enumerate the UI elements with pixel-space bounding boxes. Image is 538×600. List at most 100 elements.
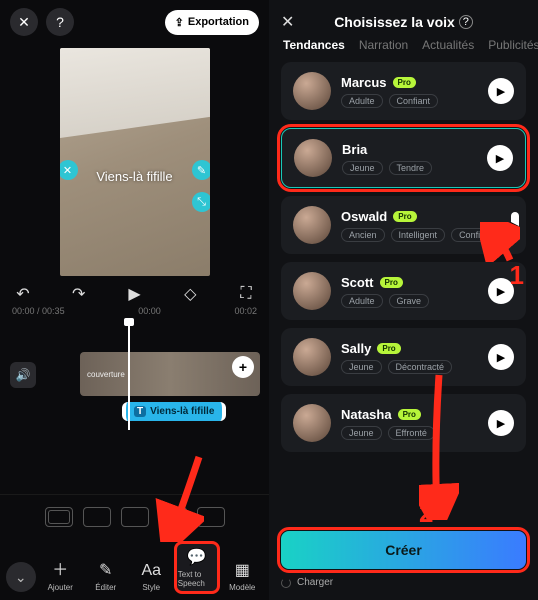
transport-bar: ↶ ↷ ▶ ◇ ⛶ [0, 276, 269, 306]
voice-item-natasha[interactable]: NatashaPro Jeune Effronté ▶ [281, 394, 526, 452]
picker-close-button[interactable]: ✕ [281, 12, 294, 32]
voice-play-button[interactable]: ▶ [511, 212, 519, 238]
style-icon: Aa [141, 562, 161, 580]
voice-play-button[interactable]: ▶ [488, 78, 514, 104]
collapse-button[interactable]: ⌄ [6, 562, 36, 592]
avatar [293, 206, 331, 244]
split-left-tool[interactable] [83, 507, 111, 527]
avatar [293, 404, 331, 442]
bottom-text-to-speech[interactable]: 💬 Text to Speech [176, 543, 218, 592]
voice-item-marcus[interactable]: MarcusPro Adulte Confiant ▶ [281, 62, 526, 120]
voice-name: Natasha [341, 407, 392, 422]
add-clip-button[interactable]: + [232, 356, 254, 378]
voice-play-button[interactable]: ▶ [487, 145, 513, 171]
voice-tag: Jeune [341, 360, 382, 374]
bottom-tts-label: Text to Speech [178, 570, 216, 588]
bottom-ajouter[interactable]: ＋ Ajouter [39, 556, 81, 592]
create-button[interactable]: Créer [281, 531, 526, 569]
loading-label: Charger [297, 577, 333, 588]
voice-item-oswald[interactable]: Oswald Pro Ancien Intelligent Confiant ▶ [281, 196, 526, 254]
delete-tool[interactable] [197, 507, 225, 527]
pro-badge: Pro [398, 409, 421, 420]
loading-indicator: Charger [281, 577, 526, 588]
voice-tag: Jeune [342, 161, 383, 175]
playhead[interactable] [128, 320, 130, 430]
voice-name: Scott [341, 275, 374, 290]
bottom-editer[interactable]: ✎ Éditer [85, 560, 127, 592]
voice-tag: Grave [389, 294, 430, 308]
editor-bottom-bar: ⌄ ＋ Ajouter ✎ Éditer Aa Style 💬 Text to … [0, 537, 269, 600]
redo-button[interactable]: ↷ [68, 284, 90, 304]
voice-item-sally[interactable]: Sally Pro Jeune Décontracté ▶ [281, 328, 526, 386]
tab-narration[interactable]: Narration [359, 38, 408, 52]
fullscreen-button[interactable]: ⛶ [235, 285, 257, 303]
avatar [294, 139, 332, 177]
avatar [293, 272, 331, 310]
undo-button[interactable]: ↶ [12, 284, 34, 304]
voice-tag: Adulte [341, 94, 383, 108]
export-label: Exportation [188, 16, 249, 28]
avatar [293, 338, 331, 376]
time-tick-a: 00:00 [138, 306, 161, 316]
voice-picker-panel: ✕ Choisissez la voix ? Tendances Narrati… [269, 0, 538, 600]
text-track-clip[interactable]: T Viens-là fifille [122, 402, 226, 421]
voice-name: Oswald [341, 209, 387, 224]
pro-badge: Pro [393, 211, 416, 222]
picker-title: Choisissez la voix [334, 14, 455, 30]
voice-tag: Intelligent [391, 228, 446, 242]
tab-tendances[interactable]: Tendances [283, 38, 345, 52]
video-preview[interactable]: Viens-là fifille ✕ ✎ ⤡ [60, 48, 210, 276]
avatar [293, 72, 331, 110]
voice-name: Sally [341, 341, 371, 356]
template-icon: ▦ [235, 560, 250, 580]
preview-background [60, 48, 210, 138]
voice-tag: Ancien [341, 228, 385, 242]
close-button[interactable]: ✕ [10, 8, 38, 36]
keyframe-button[interactable]: ◇ [179, 284, 201, 304]
bottom-modele[interactable]: ▦ Modèle [221, 560, 263, 592]
tab-actualites[interactable]: Actualités [422, 38, 474, 52]
bottom-modele-label: Modèle [229, 583, 255, 592]
bottom-style[interactable]: Aa Style [130, 562, 172, 592]
voice-tag: Tendre [389, 161, 433, 175]
voice-play-button[interactable]: ▶ [488, 410, 514, 436]
voice-item-bria[interactable]: Bria Jeune Tendre ▶ [281, 128, 526, 188]
copy-tool[interactable] [45, 507, 73, 527]
voice-item-scott[interactable]: ScottPro Adulte Grave ▶ [281, 262, 526, 320]
help-button[interactable]: ? [46, 8, 74, 36]
pro-badge: Pro [377, 343, 400, 354]
voice-play-button[interactable]: ▶ [488, 278, 514, 304]
play-button[interactable]: ▶ [124, 284, 146, 304]
mute-button[interactable]: 🔊 [10, 362, 36, 388]
video-track[interactable]: couverture + [80, 352, 260, 396]
tab-publicites[interactable]: Publicités [488, 38, 538, 52]
bottom-editer-label: Éditer [95, 583, 116, 592]
plus-icon: ＋ [52, 556, 68, 580]
picker-help-icon[interactable]: ? [459, 15, 473, 29]
voice-tag: Confiant [451, 228, 501, 242]
text-clip-icon: T [134, 406, 146, 417]
picker-header: ✕ Choisissez la voix ? [269, 0, 538, 38]
video-editor-panel: ✕ ? ⇪ Exportation Viens-là fifille ✕ ✎ ⤡… [0, 0, 269, 600]
pro-badge: Pro [393, 77, 416, 88]
caption-delete-handle[interactable]: ✕ [60, 160, 78, 180]
voice-list[interactable]: Marcus Pro Adulte Confiant ▶ Bria Jeune T… [269, 62, 538, 521]
split-right-tool[interactable] [159, 507, 187, 527]
split-tool[interactable] [121, 507, 149, 527]
pro-badge: Pro [380, 277, 403, 288]
cover-label: couverture [84, 369, 128, 380]
editor-top-bar: ✕ ? ⇪ Exportation [0, 0, 269, 44]
voice-tag: Décontracté [388, 360, 453, 374]
picker-footer: Créer Charger [269, 521, 538, 600]
caption-resize-handle[interactable]: ⤡ [192, 192, 210, 212]
voice-name: Bria [342, 142, 367, 157]
voice-play-button[interactable]: ▶ [488, 344, 514, 370]
timeline[interactable]: 🔊 couverture + T Viens-là fifille [0, 320, 269, 430]
timecode-row: 00:00 / 00:35 00:00 00:02 [0, 306, 269, 316]
caption-edit-handle[interactable]: ✎ [192, 160, 210, 180]
caption-overlay[interactable]: Viens-là fifille [64, 168, 206, 186]
voice-name: Marcus [341, 75, 387, 90]
voice-tabs: Tendances Narration Actualités Publicité… [269, 38, 538, 62]
export-button[interactable]: ⇪ Exportation [165, 10, 259, 35]
tts-icon: 💬 [187, 547, 207, 567]
